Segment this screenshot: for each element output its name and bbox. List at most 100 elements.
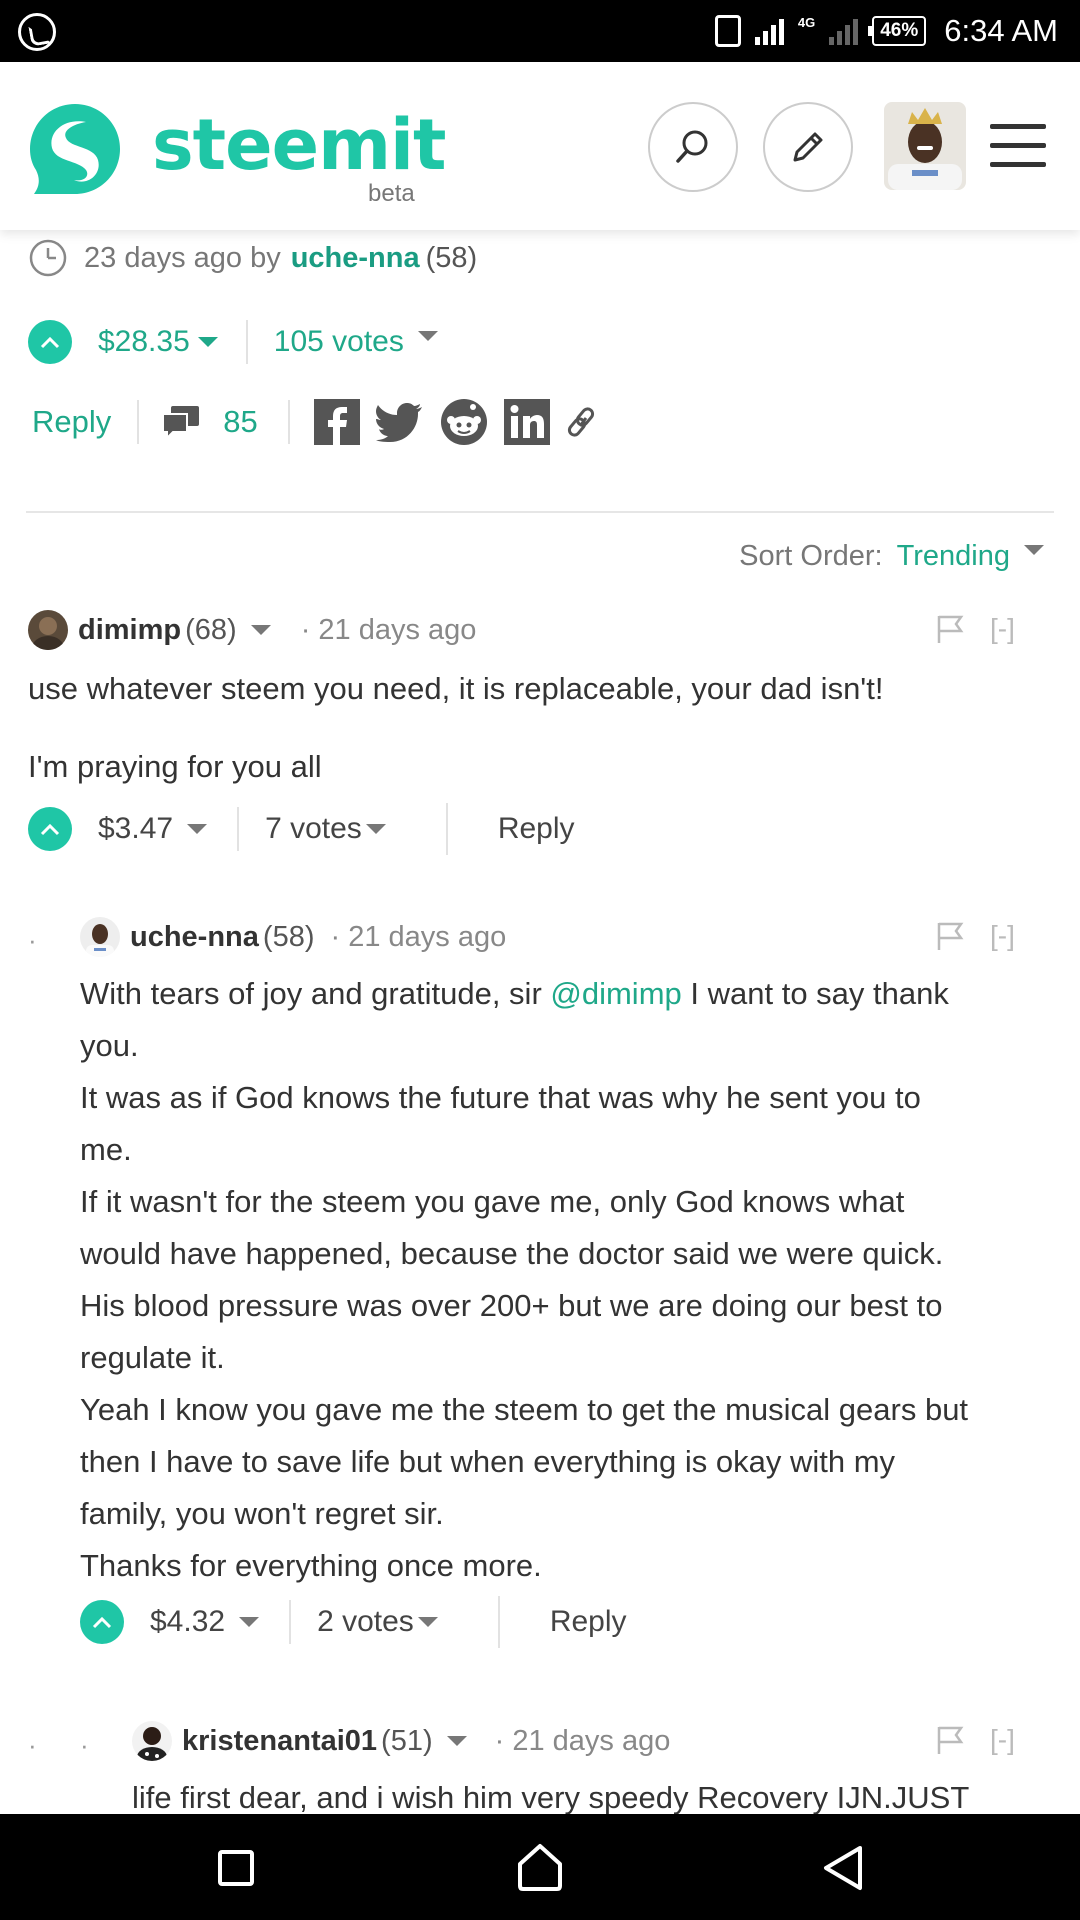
comment-line: Thanks for everything once more. xyxy=(80,1548,542,1583)
chevron-up-icon xyxy=(92,1616,112,1629)
post-comment-count[interactable]: 85 xyxy=(223,404,257,440)
section-divider xyxy=(26,511,1054,513)
home-icon[interactable] xyxy=(514,1842,566,1892)
comment-reply-link[interactable]: Reply xyxy=(550,1605,627,1639)
comment-author[interactable]: kristenantai01 xyxy=(182,1725,377,1758)
comment-reply-link[interactable]: Reply xyxy=(498,812,575,846)
post-votes[interactable]: 105 votes xyxy=(274,325,404,359)
signal-2-icon xyxy=(829,17,859,45)
mention-link[interactable]: @dimimp xyxy=(550,976,681,1011)
comment-author[interactable]: uche-nna xyxy=(130,921,259,954)
collapse-toggle[interactable]: [-] xyxy=(990,920,1015,952)
hamburger-menu-icon[interactable] xyxy=(990,124,1046,181)
avatar[interactable] xyxy=(80,917,120,957)
comment-line: then I have to save life but when everyt… xyxy=(80,1444,896,1479)
comment-line: me. xyxy=(80,1132,132,1167)
sort-order-value[interactable]: Trending xyxy=(897,540,1010,573)
post-vote-row: $28.35 105 votes xyxy=(28,320,438,364)
battery-indicator: 46% xyxy=(868,16,927,46)
comment-votes[interactable]: 7 votes xyxy=(265,812,362,846)
comment-author[interactable]: dimimp xyxy=(78,614,181,647)
linkedin-icon[interactable] xyxy=(503,399,550,445)
clock-icon xyxy=(29,239,67,277)
sort-dropdown-icon[interactable] xyxy=(1024,544,1044,555)
comment-controls: [-] xyxy=(936,920,1015,952)
comment-line: If it wasn't for the steem you gave me, … xyxy=(80,1184,905,1219)
whatsapp-notification-icon xyxy=(18,13,56,51)
comment-actions: $4.32 2 votes Reply xyxy=(80,1592,1060,1652)
author-dropdown-icon[interactable] xyxy=(250,625,271,635)
recent-apps-icon[interactable] xyxy=(218,1850,254,1886)
payout-dropdown-icon[interactable] xyxy=(239,1617,260,1627)
comment-payout[interactable]: $3.47 xyxy=(98,812,173,846)
divider xyxy=(137,400,140,444)
post-author-link[interactable]: uche-nna xyxy=(291,242,420,275)
logo-beta-label: beta xyxy=(368,180,415,207)
flag-icon[interactable] xyxy=(936,921,964,951)
link-icon[interactable] xyxy=(566,406,598,438)
divider xyxy=(289,1600,292,1644)
chevron-up-icon xyxy=(40,823,60,836)
author-dropdown-icon[interactable] xyxy=(446,1736,467,1746)
comment-line: With tears of joy and gratitude, sir @di… xyxy=(80,968,1060,1020)
user-avatar[interactable] xyxy=(884,102,966,190)
comment-upvote-button[interactable] xyxy=(28,807,72,851)
votes-dropdown-icon[interactable] xyxy=(365,824,386,834)
comment-controls: [-] xyxy=(936,613,1015,645)
steemit-logo-icon[interactable] xyxy=(26,100,124,198)
write-post-button[interactable] xyxy=(763,102,853,192)
comment-upvote-button[interactable] xyxy=(80,1600,124,1644)
divider xyxy=(497,1596,500,1648)
comment-age: · 21 days ago xyxy=(330,920,507,953)
pencil-icon xyxy=(793,132,823,162)
divider xyxy=(287,400,290,444)
post-meta: 23 days ago by uche-nna (58) xyxy=(28,238,477,278)
post-age: 23 days ago by xyxy=(84,241,281,274)
comment-line: would have happened, because the doctor … xyxy=(80,1236,944,1271)
collapse-toggle[interactable]: [-] xyxy=(990,1724,1015,1756)
votes-dropdown-icon[interactable] xyxy=(417,331,438,341)
avatar[interactable] xyxy=(28,610,68,650)
comment-reputation: (51) xyxy=(381,1724,433,1757)
post-reply-link[interactable]: Reply xyxy=(32,404,111,440)
comment: dimimp (68) · 21 days ago [-] use whatev… xyxy=(28,605,1052,859)
thread-indent: · xyxy=(28,925,37,955)
comment-body: With tears of joy and gratitude, sir @di… xyxy=(80,968,1060,1592)
comment-line: I'm praying for you all xyxy=(28,749,322,784)
post-upvote-button[interactable] xyxy=(28,320,72,364)
payout-dropdown-icon[interactable] xyxy=(197,337,218,347)
divider xyxy=(245,320,248,364)
comment-controls: [-] xyxy=(936,1724,1015,1756)
logo-text[interactable]: steemit xyxy=(152,104,446,186)
comment: uche-nna (58) · 21 days ago [-] With tea… xyxy=(80,912,1060,1652)
post-payout[interactable]: $28.35 xyxy=(98,325,190,359)
network-type: 4G xyxy=(797,14,816,30)
comment-line: Yeah I know you gave me the steem to get… xyxy=(80,1392,969,1427)
comments-icon[interactable] xyxy=(161,404,201,440)
comment-header: kristenantai01 (51) · 21 days ago xyxy=(132,1716,1062,1766)
comment-line: use whatever steem you need, it is repla… xyxy=(28,671,884,706)
search-button[interactable] xyxy=(648,102,738,192)
flag-icon[interactable] xyxy=(936,614,964,644)
comment-line: regulate it. xyxy=(80,1340,225,1375)
comment-payout[interactable]: $4.32 xyxy=(150,1605,225,1639)
reddit-icon[interactable] xyxy=(440,398,488,446)
comment-age: · 21 days ago xyxy=(300,613,477,646)
clock: 6:34 AM xyxy=(944,13,1058,48)
avatar[interactable] xyxy=(132,1721,172,1761)
collapse-toggle[interactable]: [-] xyxy=(990,613,1015,645)
flag-icon[interactable] xyxy=(936,1725,964,1755)
facebook-icon[interactable] xyxy=(313,399,360,445)
votes-dropdown-icon[interactable] xyxy=(417,1617,438,1627)
twitter-icon[interactable] xyxy=(375,402,424,442)
app-header: steemit beta xyxy=(0,62,1080,230)
back-icon[interactable] xyxy=(820,1844,866,1892)
post-author-reputation: (58) xyxy=(425,241,478,274)
sort-order: Sort Order: Trending xyxy=(739,540,1044,573)
comment-votes[interactable]: 2 votes xyxy=(317,1605,414,1639)
payout-dropdown-icon[interactable] xyxy=(187,824,208,834)
thread-indent: · xyxy=(80,1730,89,1760)
divider xyxy=(445,803,448,855)
system-nav-bar xyxy=(0,1814,1080,1920)
comment-text: I want to say thank xyxy=(690,976,949,1011)
